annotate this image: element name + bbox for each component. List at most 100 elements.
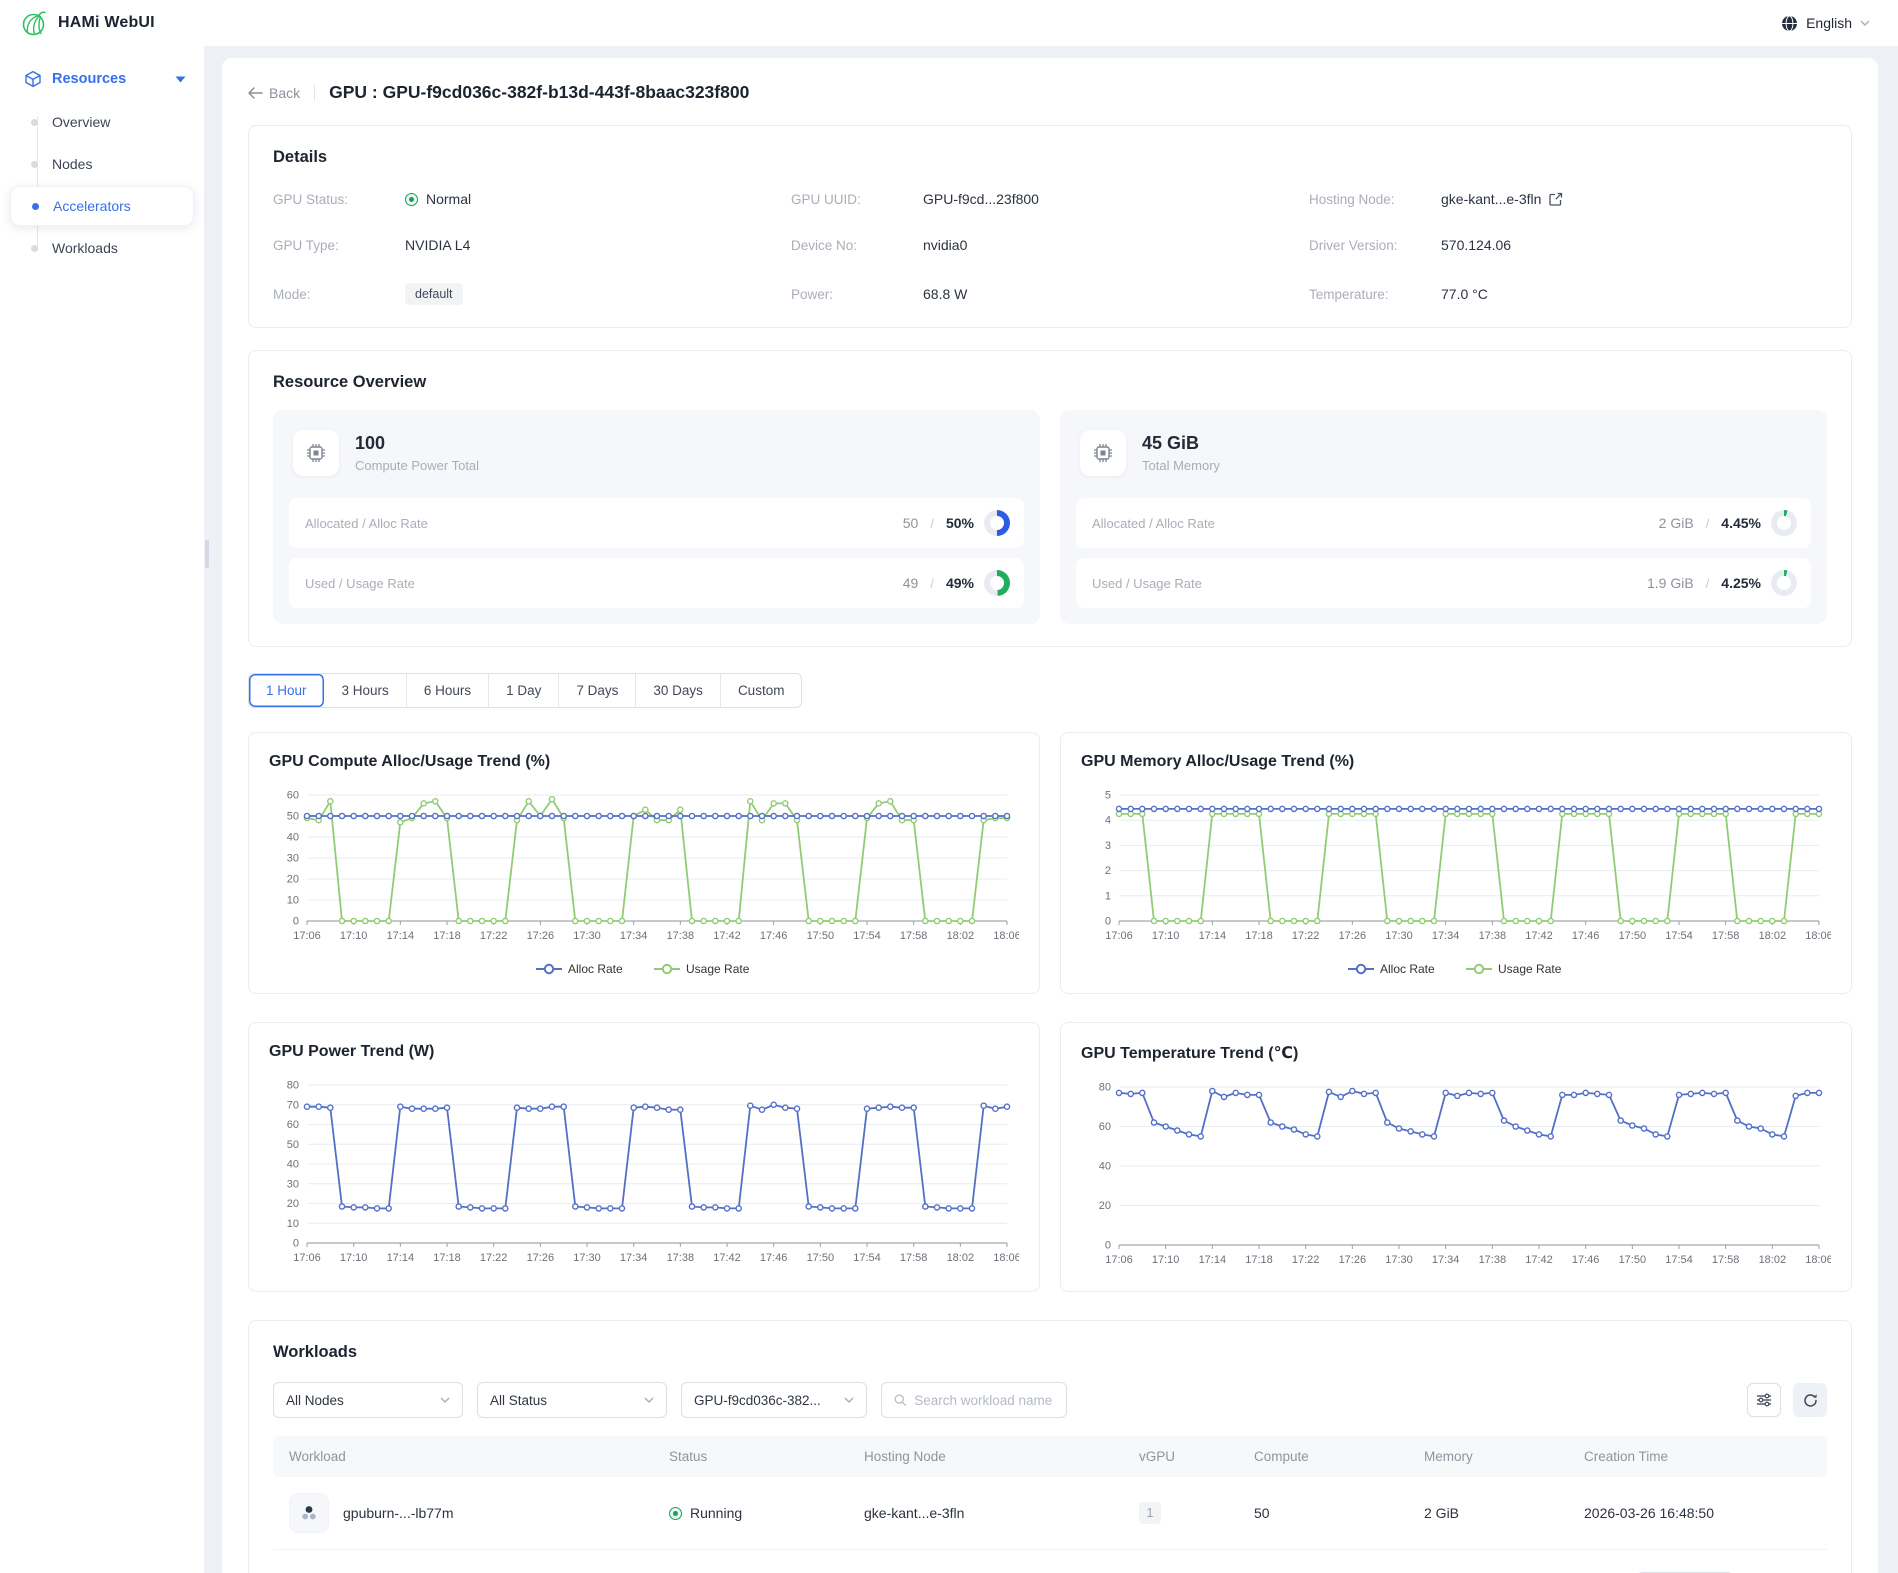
time-range-30days[interactable]: 30 Days	[636, 674, 721, 707]
refresh-button[interactable]	[1793, 1383, 1827, 1417]
field-gpu-uuid: GPU UUID: GPU-f9cd...23f800	[791, 191, 1309, 207]
power-trend-card: GPU Power Trend (W) 0102030405060708017:…	[248, 1022, 1040, 1292]
sidebar-section-resources[interactable]: Resources	[10, 60, 194, 98]
resource-overview-panel: Resource Overview	[248, 350, 1852, 647]
svg-text:17:22: 17:22	[1292, 1254, 1320, 1266]
external-link-icon[interactable]	[1549, 192, 1563, 206]
svg-text:18:06: 18:06	[993, 930, 1019, 942]
chart-title: GPU Temperature Trend (℃)	[1081, 1043, 1831, 1063]
workload-search[interactable]	[881, 1382, 1067, 1418]
svg-text:17:34: 17:34	[620, 930, 648, 942]
svg-text:Usage Rate: Usage Rate	[686, 962, 750, 976]
row-percent: 49%	[946, 575, 974, 591]
memory-subtitle: Total Memory	[1142, 458, 1220, 473]
chip-icon	[293, 430, 339, 476]
svg-text:2: 2	[1105, 865, 1111, 877]
page-header: Back GPU : GPU-f9cd036c-382f-b13d-443f-8…	[248, 82, 1852, 103]
field-value: Normal	[426, 191, 471, 207]
row-label: Used / Usage Rate	[305, 576, 415, 591]
workloads-filters: All Nodes All Status GPU-f9cd036c-382...	[273, 1382, 1827, 1418]
svg-text:17:22: 17:22	[480, 930, 508, 942]
svg-text:17:22: 17:22	[480, 1252, 508, 1264]
svg-text:17:58: 17:58	[900, 930, 928, 942]
field-label: Device No:	[791, 238, 923, 253]
alloc-donut-indicator	[984, 510, 1010, 536]
svg-text:17:06: 17:06	[293, 1252, 321, 1264]
svg-text:17:18: 17:18	[433, 1252, 461, 1264]
slash: /	[1704, 516, 1712, 531]
table-row[interactable]: gpuburn-...-lb77m Running gke-kant...e-3…	[273, 1477, 1827, 1550]
time-range-6hours[interactable]: 6 Hours	[407, 674, 489, 707]
sidebar-item-overview[interactable]: Overview	[10, 102, 194, 142]
sidebar-section-label: Resources	[52, 71, 126, 87]
tree-dot-icon	[31, 119, 38, 126]
chart-title: GPU Compute Alloc/Usage Trend (%)	[269, 753, 1019, 771]
workload-memory: 2 GiB	[1424, 1505, 1584, 1521]
svg-text:17:42: 17:42	[713, 930, 741, 942]
chevron-down-icon	[1860, 20, 1870, 26]
svg-text:10: 10	[287, 895, 299, 907]
table-header-row: Workload Status Hosting Node vGPU Comput…	[273, 1436, 1827, 1477]
field-label: Temperature:	[1309, 287, 1441, 302]
svg-text:4: 4	[1105, 815, 1111, 827]
svg-text:30: 30	[287, 1178, 299, 1190]
svg-text:17:54: 17:54	[1665, 1254, 1693, 1266]
nodes-filter-select[interactable]: All Nodes	[273, 1382, 463, 1418]
compute-total: 100	[355, 433, 479, 454]
time-range-7days[interactable]: 7 Days	[559, 674, 636, 707]
caret-down-icon	[175, 76, 186, 83]
column-settings-button[interactable]	[1747, 1383, 1781, 1417]
panel-resize-handle[interactable]	[205, 540, 209, 568]
sidebar-item-accelerators[interactable]: Accelerators	[10, 186, 194, 226]
slash: /	[928, 576, 936, 591]
svg-text:18:06: 18:06	[1805, 1254, 1831, 1266]
svg-text:5: 5	[1105, 790, 1111, 802]
sidebar-item-label: Nodes	[52, 156, 92, 172]
status-filter-value: All Status	[490, 1393, 547, 1408]
svg-text:17:38: 17:38	[667, 930, 695, 942]
details-grid: GPU Status: Normal GPU UUID: GPU-f9cd...…	[273, 191, 1827, 305]
sidebar: Resources Overview Nodes Accelerators Wo…	[0, 46, 204, 1573]
svg-text:0: 0	[293, 916, 299, 928]
app-title: HAMi WebUI	[58, 14, 155, 32]
gpu-filter-select[interactable]: GPU-f9cd036c-382...	[681, 1382, 867, 1418]
svg-text:50: 50	[287, 811, 299, 823]
time-range-1day[interactable]: 1 Day	[489, 674, 559, 707]
row-value: 2 GiB	[1659, 515, 1694, 531]
svg-text:0: 0	[293, 1238, 299, 1250]
svg-text:60: 60	[1099, 1121, 1111, 1133]
svg-text:30: 30	[287, 853, 299, 865]
workload-search-input[interactable]	[914, 1393, 1054, 1408]
svg-text:60: 60	[287, 790, 299, 802]
field-value: 68.8 W	[923, 286, 967, 302]
field-value: NVIDIA L4	[405, 237, 470, 253]
chart-title: GPU Memory Alloc/Usage Trend (%)	[1081, 753, 1831, 771]
row-percent: 4.25%	[1721, 575, 1761, 591]
field-label: Mode:	[273, 287, 405, 302]
svg-text:Alloc Rate: Alloc Rate	[568, 962, 623, 976]
charts-row-2: GPU Power Trend (W) 0102030405060708017:…	[248, 1022, 1852, 1292]
workloads-panel: Workloads All Nodes All Status GPU-f9cd0…	[248, 1320, 1852, 1573]
status-filter-select[interactable]: All Status	[477, 1382, 667, 1418]
svg-text:17:30: 17:30	[573, 1252, 601, 1264]
sidebar-item-workloads[interactable]: Workloads	[10, 228, 194, 268]
svg-text:17:26: 17:26	[527, 930, 555, 942]
svg-text:17:30: 17:30	[573, 930, 601, 942]
language-selector[interactable]: English	[1781, 15, 1870, 32]
svg-text:17:50: 17:50	[1619, 930, 1647, 942]
svg-text:80: 80	[287, 1080, 299, 1092]
time-range-custom[interactable]: Custom	[721, 674, 802, 707]
workload-name[interactable]: gpuburn-...-lb77m	[343, 1505, 454, 1521]
back-button[interactable]: Back	[248, 85, 300, 101]
svg-text:17:38: 17:38	[1479, 1254, 1507, 1266]
sidebar-tree: Overview Nodes Accelerators Workloads	[10, 102, 194, 268]
page-title: GPU : GPU-f9cd036c-382f-b13d-443f-8baac3…	[329, 82, 749, 103]
time-range-1hour[interactable]: 1 Hour	[249, 674, 325, 707]
field-value: gke-kant...e-3fln	[1441, 191, 1541, 207]
sidebar-item-nodes[interactable]: Nodes	[10, 144, 194, 184]
workload-created: 2026-03-26 16:48:50	[1584, 1505, 1811, 1521]
svg-text:Alloc Rate: Alloc Rate	[1380, 962, 1435, 976]
compute-trend-card: GPU Compute Alloc/Usage Trend (%) 010203…	[248, 732, 1040, 994]
time-range-3hours[interactable]: 3 Hours	[325, 674, 407, 707]
field-label: Driver Version:	[1309, 238, 1441, 253]
